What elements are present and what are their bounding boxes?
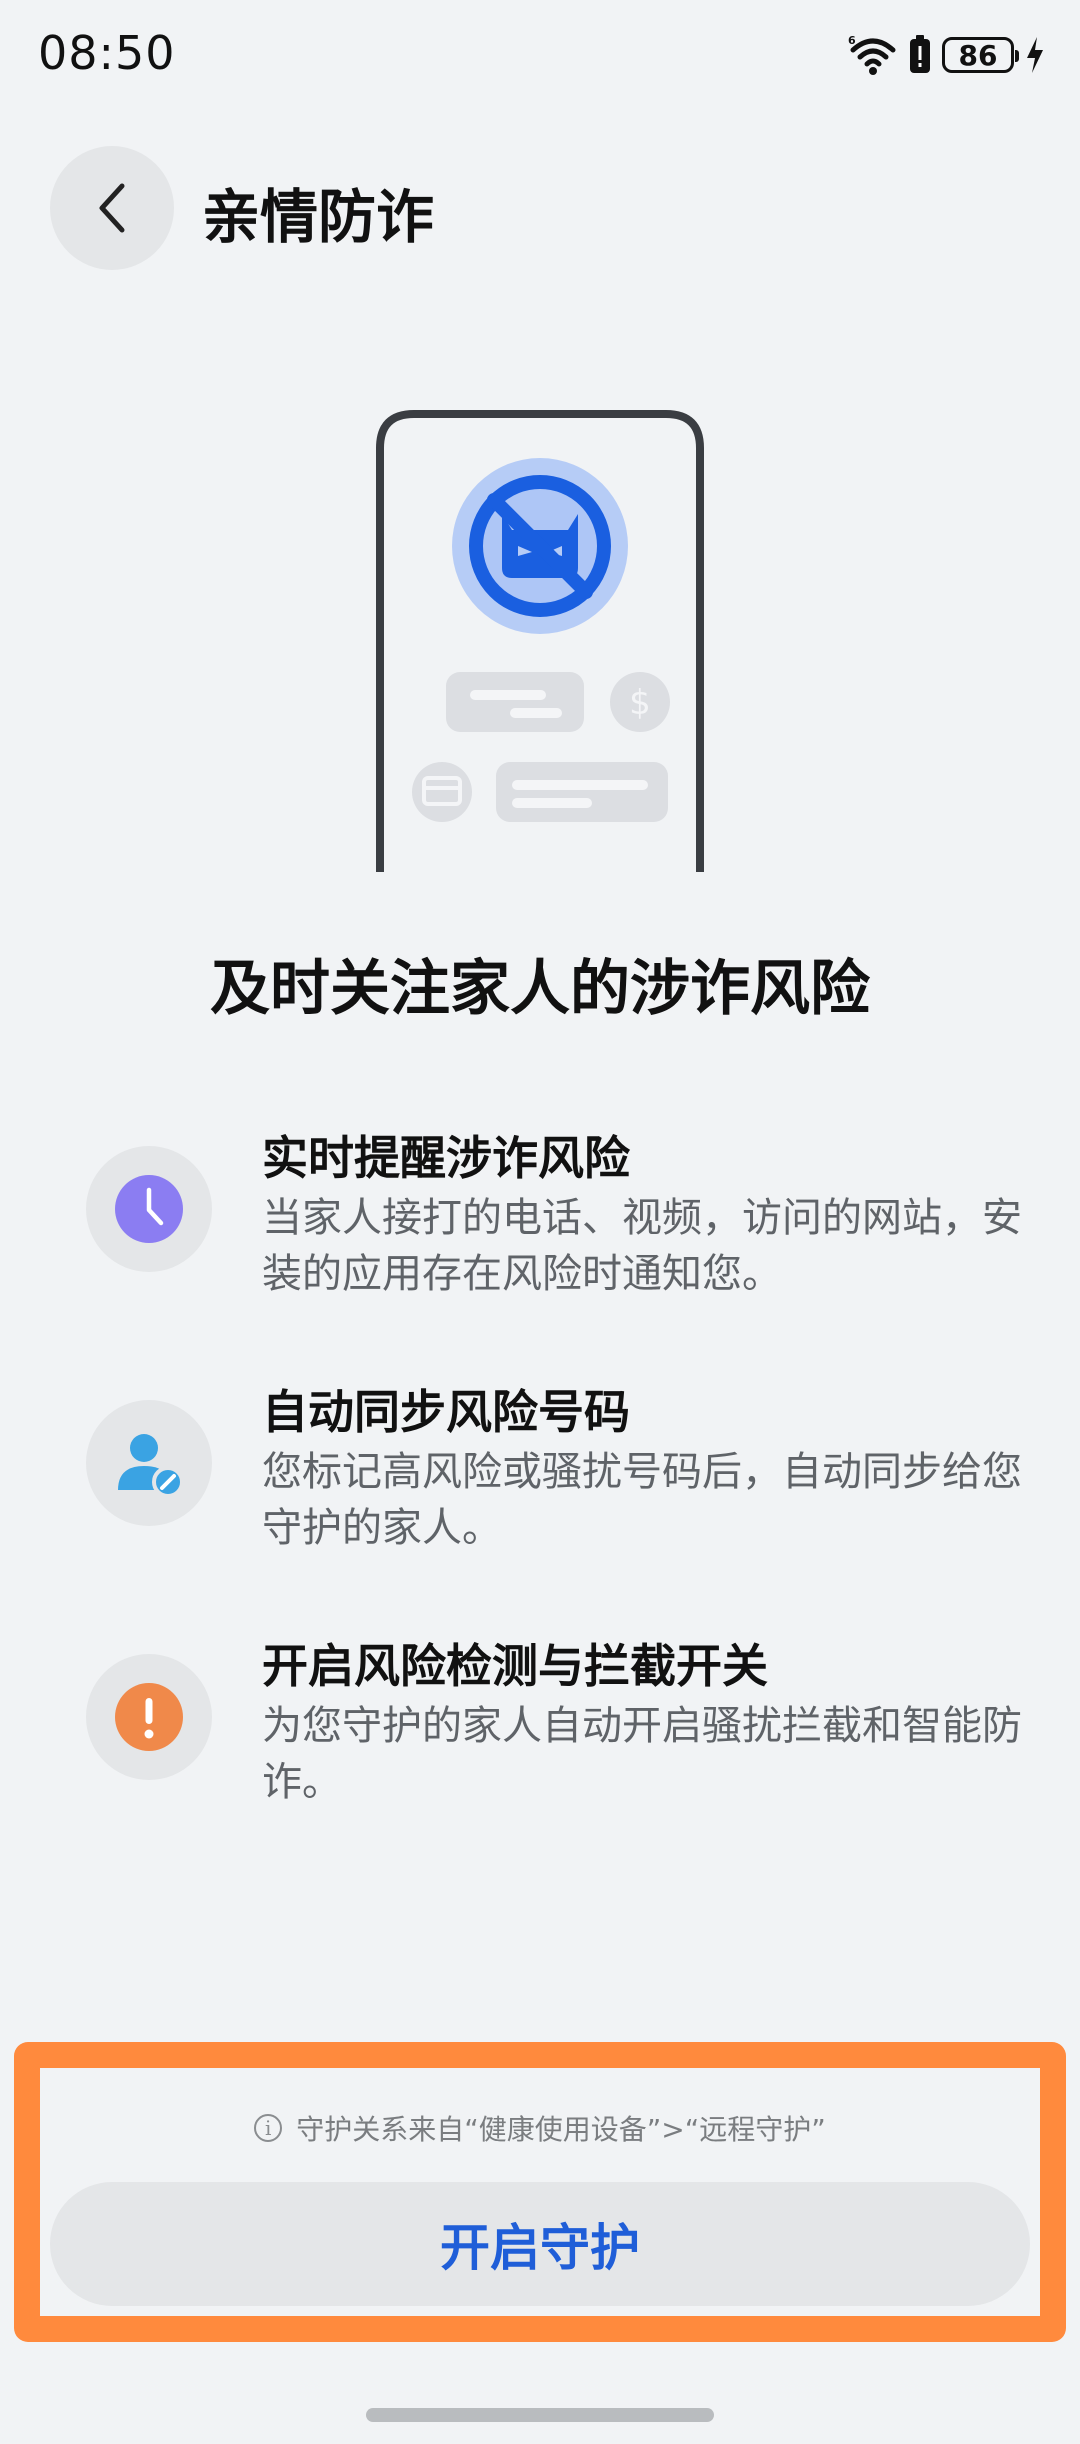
status-time: 08:50	[38, 26, 176, 80]
feature-description: 当家人接打的电话、视频，访问的网站，安装的应用存在风险时通知您。	[262, 1195, 1022, 1297]
feature-title: 实时提醒涉诈风险	[262, 1131, 630, 1185]
clock-icon	[115, 1175, 183, 1243]
phone-protection-illustration: $	[376, 410, 704, 872]
svg-text:6: 6	[848, 34, 856, 47]
charging-icon	[1027, 37, 1043, 73]
feature-icon-container	[86, 1400, 212, 1526]
page-title: 亲情防诈	[202, 183, 435, 251]
feature-description: 您标记高风险或骚扰号码后，自动同步给您守护的家人。	[262, 1449, 1022, 1551]
feature-icon-container	[86, 1654, 212, 1780]
notice-row: i 守护关系来自“健康使用设备”>“远程守护”	[0, 2108, 1080, 2148]
warning-icon	[115, 1683, 183, 1751]
feature-icon-container	[86, 1146, 212, 1272]
feature-title: 开启风险检测与拦截开关	[262, 1639, 768, 1693]
notice-text: 守护关系来自“健康使用设备”>“远程守护”	[296, 2113, 826, 2146]
back-button[interactable]	[50, 146, 174, 270]
status-bar: 08:50 6 86	[0, 0, 1080, 110]
feature-title: 自动同步风险号码	[262, 1385, 630, 1439]
wifi-icon: 6	[848, 34, 896, 75]
feature-description: 为您守护的家人自动开启骚扰拦截和智能防诈。	[262, 1703, 1022, 1805]
chevron-left-icon	[99, 183, 125, 233]
blocked-threat-icon	[452, 458, 628, 634]
enable-protection-button[interactable]: 开启守护	[50, 2182, 1030, 2306]
battery-level: 86	[958, 38, 998, 72]
battery-indicator: 86	[942, 37, 1019, 73]
headline: 及时关注家人的涉诈风险	[210, 954, 870, 1024]
family-fraud-protection-screen: 08:50 6 86 亲情防诈 $ 及时关注家人的涉诈风险 实时提醒涉诈风险 当…	[0, 0, 1080, 2444]
info-icon: i	[254, 2114, 283, 2142]
svg-text:$: $	[629, 683, 651, 723]
home-indicator[interactable]	[366, 2408, 714, 2422]
battery-alert-icon	[910, 35, 930, 73]
user-sync-icon	[118, 1434, 184, 1498]
status-icons: 6 86	[848, 30, 1046, 80]
